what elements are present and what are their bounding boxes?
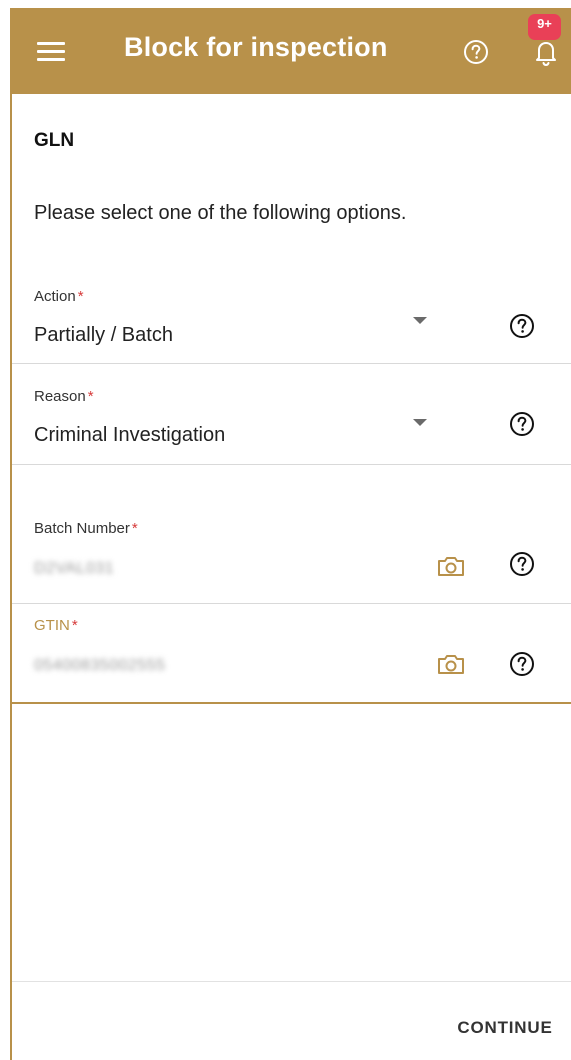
reason-help-icon[interactable] bbox=[509, 411, 535, 437]
instruction-text: Please select one of the following optio… bbox=[34, 202, 407, 224]
reason-value: Criminal Investigation bbox=[34, 424, 226, 446]
action-select[interactable]: Action * Partially / Batch bbox=[12, 280, 571, 364]
action-help-icon[interactable] bbox=[509, 313, 535, 339]
menu-icon[interactable] bbox=[37, 41, 65, 63]
gtin-help-icon[interactable] bbox=[509, 651, 535, 677]
batch-number-field[interactable]: Batch Number * D2VAL031 bbox=[12, 510, 571, 604]
divider bbox=[12, 363, 571, 364]
divider bbox=[12, 464, 571, 465]
bell-icon[interactable] bbox=[534, 38, 558, 68]
batch-number-input[interactable]: D2VAL031 bbox=[34, 560, 114, 578]
reason-label: Reason * bbox=[34, 388, 94, 405]
gtin-input[interactable]: 05400835002555 bbox=[34, 657, 166, 675]
dropdown-caret-icon[interactable] bbox=[413, 419, 427, 426]
divider bbox=[12, 603, 571, 604]
app-screen: Block for inspection 9+ GLN Please selec… bbox=[0, 0, 571, 1060]
top-app-bar: Block for inspection bbox=[10, 8, 571, 94]
footer-divider bbox=[12, 981, 571, 982]
notification-badge: 9+ bbox=[528, 14, 561, 40]
camera-icon[interactable] bbox=[437, 652, 465, 676]
continue-button[interactable]: CONTINUE bbox=[444, 1008, 566, 1048]
gtin-label: GTIN * bbox=[34, 617, 78, 634]
gtin-field[interactable]: GTIN * 05400835002555 bbox=[12, 605, 571, 702]
section-title: GLN bbox=[34, 130, 75, 151]
action-value: Partially / Batch bbox=[34, 324, 173, 346]
dropdown-caret-icon[interactable] bbox=[413, 317, 427, 324]
reason-select[interactable]: Reason * Criminal Investigation bbox=[12, 380, 571, 466]
active-field-underline bbox=[12, 702, 571, 704]
help-icon[interactable] bbox=[463, 39, 489, 65]
action-label: Action * bbox=[34, 288, 84, 305]
batch-number-label: Batch Number * bbox=[34, 520, 138, 537]
page-title: Block for inspection bbox=[124, 32, 388, 62]
camera-icon[interactable] bbox=[437, 554, 465, 578]
batch-number-help-icon[interactable] bbox=[509, 551, 535, 577]
